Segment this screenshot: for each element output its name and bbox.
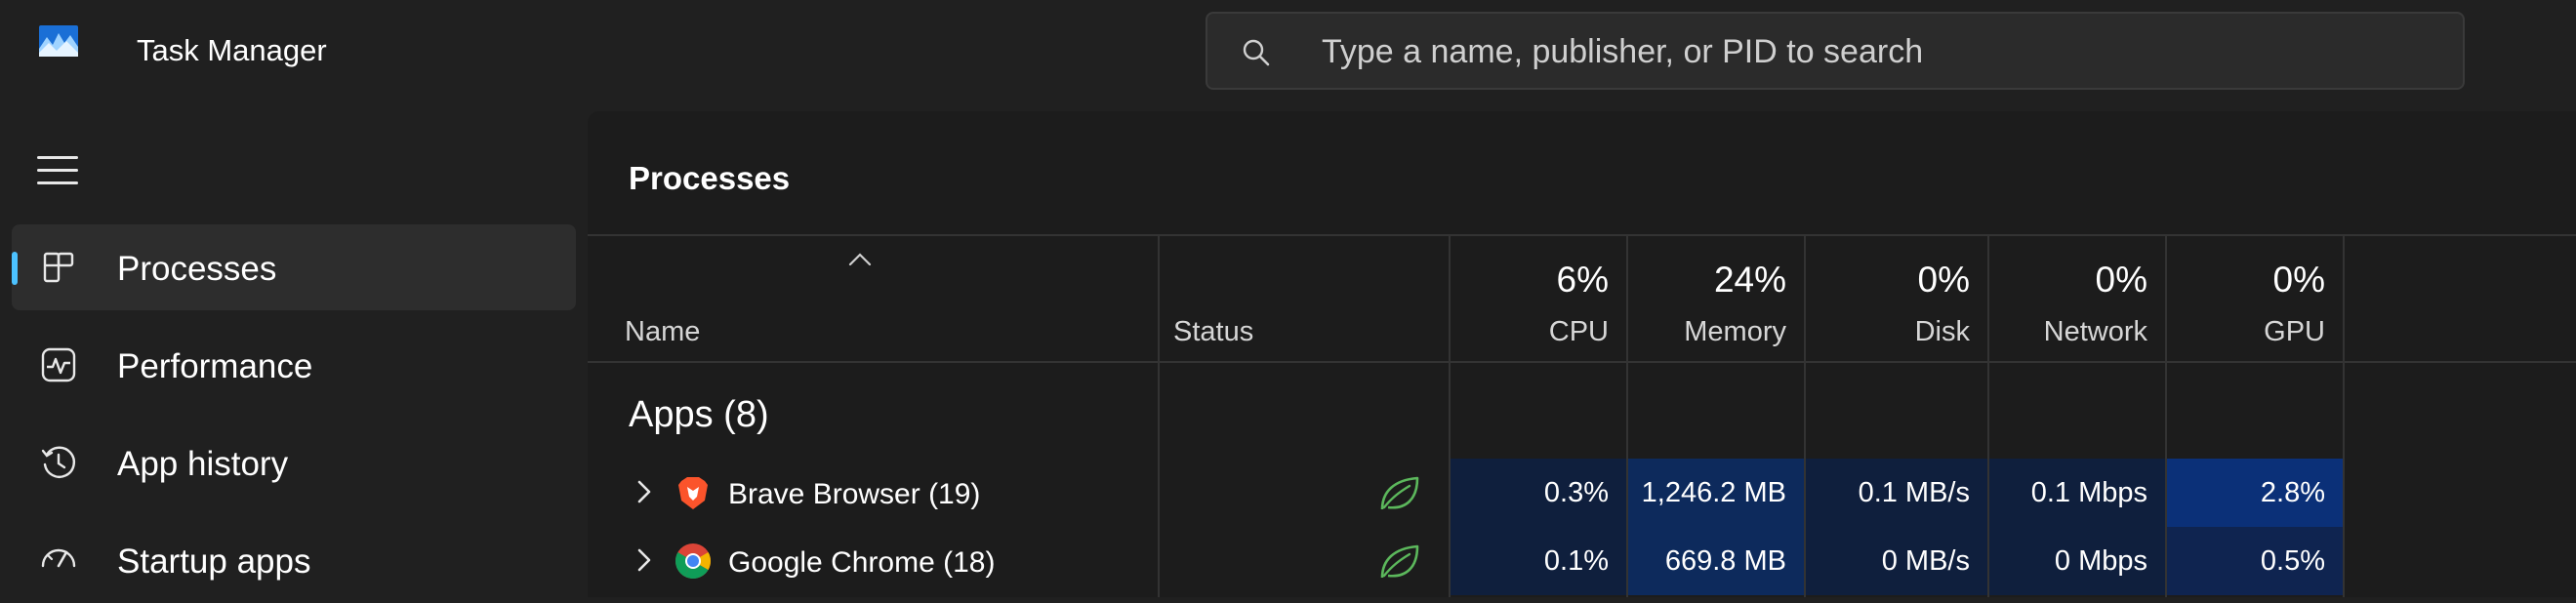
column-percent: 24% — [1713, 260, 1786, 300]
search-icon — [1243, 39, 1270, 66]
process-name: Brave Browser (19) — [728, 478, 981, 510]
window-title: Task Manager — [137, 33, 327, 67]
sidebar-item-performance[interactable]: Performance — [12, 322, 576, 408]
column-header-network[interactable]: 0% Network — [1989, 236, 2165, 361]
column-header-name[interactable]: Name — [588, 236, 1158, 361]
column-label: Network — [2043, 316, 2147, 347]
task-manager-logo-icon — [39, 25, 78, 57]
header-divider — [588, 361, 2576, 363]
sidebar-item-processes[interactable]: Processes — [12, 224, 576, 310]
cpu-cell: 0.3% — [1451, 459, 1626, 527]
memory-cell: 1,246.2 MB — [1628, 459, 1804, 527]
table-row[interactable]: Google Chrome (18) 0.1% 669.8 MB 0 MB/s … — [588, 527, 2576, 595]
sidebar-item-app-history[interactable]: App history — [12, 420, 576, 505]
performance-icon — [41, 347, 76, 382]
processes-icon — [43, 252, 74, 283]
disk-cell: 0 MB/s — [1806, 527, 1987, 595]
hamburger-menu-icon[interactable] — [37, 154, 80, 187]
search-input[interactable] — [1320, 27, 2397, 76]
sidebar-item-label: Performance — [117, 347, 313, 385]
active-indicator — [12, 252, 18, 285]
network-cell: 0 Mbps — [1989, 527, 2165, 595]
column-header-disk[interactable]: 0% Disk — [1806, 236, 1987, 361]
search-box[interactable] — [1206, 12, 2465, 90]
efficiency-mode-leaf-icon — [1380, 476, 1419, 510]
sidebar-item-label: App history — [117, 445, 289, 483]
startup-apps-icon — [41, 548, 76, 568]
memory-cell: 669.8 MB — [1628, 527, 1804, 595]
column-label: CPU — [1548, 316, 1609, 347]
network-cell: 0.1 Mbps — [1989, 459, 2165, 527]
sidebar-item-startup-apps[interactable]: Startup apps — [12, 517, 576, 603]
gpu-cell: 2.8% — [2167, 459, 2343, 527]
page-title: Processes — [629, 160, 791, 196]
disk-cell: 0.1 MB/s — [1806, 459, 1987, 527]
sidebar-item-label: Processes — [117, 250, 277, 288]
column-percent: 0% — [2095, 260, 2147, 300]
efficiency-mode-leaf-icon — [1380, 544, 1419, 579]
process-name: Google Chrome (18) — [728, 546, 996, 579]
processes-panel: Processes Name Status 6% CPU 24% Memory … — [588, 111, 2576, 597]
column-label: Memory — [1684, 316, 1786, 347]
column-header-cpu[interactable]: 6% CPU — [1451, 236, 1626, 361]
column-label: GPU — [2264, 316, 2325, 347]
column-header-gpu[interactable]: 0% GPU — [2167, 236, 2343, 361]
expand-chevron-icon[interactable] — [631, 478, 658, 505]
expand-chevron-icon[interactable] — [631, 546, 658, 574]
column-header-status[interactable]: Status — [1160, 236, 1449, 361]
column-percent: 0% — [2272, 260, 2325, 300]
cpu-cell: 0.1% — [1451, 527, 1626, 595]
table-row[interactable]: Brave Browser (19) 0.3% 1,246.2 MB 0.1 M… — [588, 459, 2576, 527]
column-percent: 0% — [1917, 260, 1970, 300]
gpu-cell: 0.5% — [2167, 527, 2343, 595]
app-history-icon — [41, 446, 76, 478]
column-label: Name — [625, 316, 701, 347]
brave-icon — [678, 477, 708, 509]
column-percent: 6% — [1556, 260, 1609, 300]
chrome-icon — [675, 543, 711, 580]
sidebar-item-label: Startup apps — [117, 543, 311, 581]
column-header-memory[interactable]: 24% Memory — [1628, 236, 1804, 361]
column-label: Disk — [1914, 316, 1970, 347]
group-header-apps: Apps (8) — [629, 394, 769, 435]
column-label: Status — [1173, 316, 1254, 347]
